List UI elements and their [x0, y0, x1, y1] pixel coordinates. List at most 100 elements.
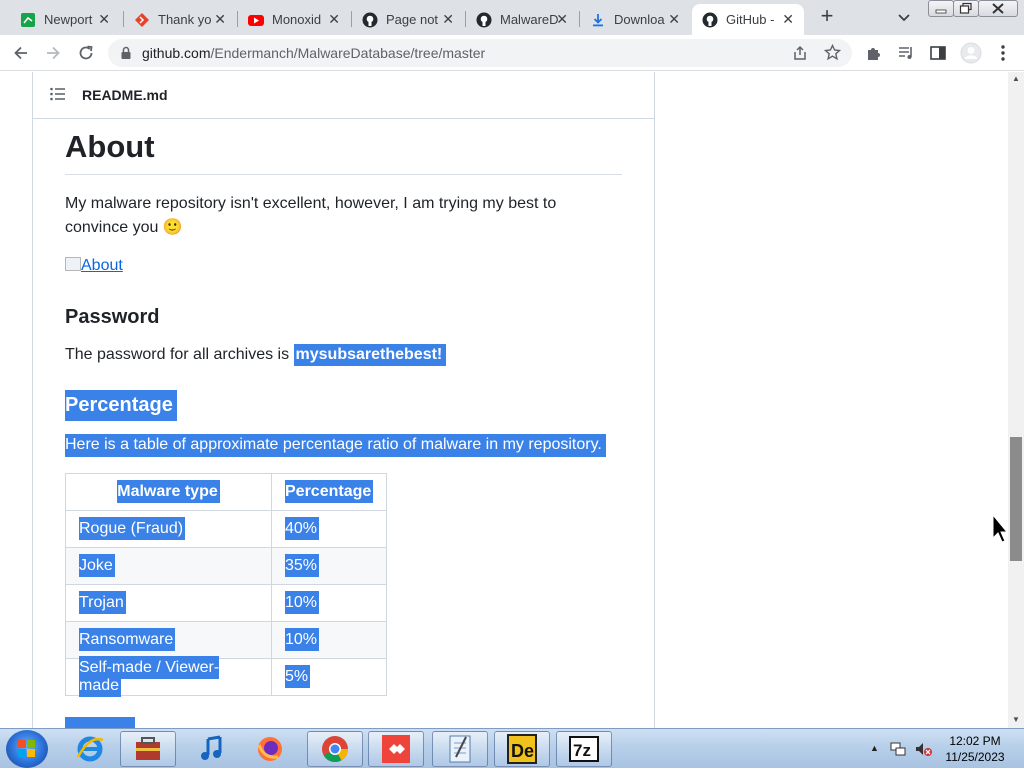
- mouse-cursor-icon: [992, 513, 1009, 549]
- table-cell: 5%: [270, 658, 388, 696]
- tab-close-icon[interactable]: ✕: [328, 12, 340, 26]
- table-row: Joke 35%: [65, 547, 388, 585]
- de-app-icon[interactable]: De: [494, 731, 550, 767]
- firefox-icon[interactable]: [242, 731, 298, 767]
- table-cell: Self-made / Viewer-made: [65, 656, 272, 697]
- github-icon: [476, 12, 492, 28]
- cell-type: Joke: [79, 554, 115, 577]
- cell-percentage: 35%: [285, 554, 320, 577]
- tab-close-icon[interactable]: ✕: [442, 12, 454, 26]
- tab-monoxid[interactable]: Monoxid ✕: [238, 4, 350, 35]
- network-icon[interactable]: [890, 741, 906, 762]
- media-control-icon[interactable]: [897, 44, 915, 62]
- 7zip-icon[interactable]: 7z: [556, 731, 612, 767]
- table-cell: 35%: [270, 547, 388, 585]
- header-percentage: Percentage: [285, 480, 374, 503]
- notepad-icon[interactable]: [432, 731, 488, 767]
- address-bar[interactable]: github.com/Endermanch/MalwareDatabase/tr…: [108, 39, 852, 67]
- red-diamond-icon: [134, 12, 150, 28]
- restore-window-button[interactable]: [953, 0, 979, 17]
- taskbar-clock[interactable]: 12:02 PM 11/25/2023: [940, 733, 1010, 765]
- tab-close-icon[interactable]: ✕: [214, 12, 226, 26]
- reload-icon[interactable]: [77, 44, 95, 62]
- percentage-heading: Percentage: [65, 390, 177, 421]
- scroll-up-arrow-icon[interactable]: ▲: [1012, 74, 1020, 83]
- cell-type: Self-made / Viewer-made: [79, 656, 220, 697]
- table-cell: Rogue (Fraud): [65, 510, 272, 548]
- scrollbar-thumb[interactable]: [1010, 437, 1022, 561]
- cell-type: Ransomware: [79, 628, 176, 651]
- cell-type: Trojan: [79, 591, 126, 614]
- password-value: mysubsarethebest!: [293, 344, 447, 366]
- github-icon: [702, 12, 718, 28]
- show-hidden-icons-arrow-icon[interactable]: ▲: [870, 743, 879, 753]
- cell-percentage: 40%: [285, 517, 320, 540]
- table-cell: Joke: [65, 547, 272, 585]
- page-viewport: README.md About My malware repository is…: [0, 72, 1008, 728]
- tab-malwaredatabase[interactable]: MalwareD ✕: [466, 4, 578, 35]
- bookmark-star-icon[interactable]: [823, 43, 842, 66]
- table-cell: 10%: [270, 621, 388, 659]
- download-icon: [590, 12, 606, 28]
- internet-explorer-icon[interactable]: [62, 731, 118, 767]
- svg-text:7z: 7z: [573, 741, 591, 760]
- tab-search-chevron-icon[interactable]: [897, 10, 911, 28]
- close-window-button[interactable]: [978, 0, 1018, 17]
- table-row: Ransomware 10%: [65, 621, 388, 659]
- toolbox-icon[interactable]: [120, 731, 176, 767]
- url-path: /Endermanch/MalwareDatabase/tree/master: [210, 45, 486, 61]
- tab-close-icon[interactable]: ✕: [98, 12, 110, 26]
- tab-strip: Newport ✕ Thank yo ✕ Monoxid ✕ Page not …: [0, 0, 1024, 35]
- tab-close-icon[interactable]: ✕: [668, 12, 680, 26]
- share-icon[interactable]: [792, 45, 808, 66]
- cell-type: Rogue (Fraud): [79, 517, 186, 540]
- about-image-link[interactable]: About: [65, 257, 123, 275]
- lock-icon[interactable]: [120, 46, 132, 65]
- svg-text:De: De: [511, 741, 534, 761]
- readme-filename[interactable]: README.md: [82, 87, 168, 103]
- table-row: Self-made / Viewer-made 5%: [65, 656, 388, 697]
- about-image-alt: About: [81, 257, 123, 274]
- header-malware-type: Malware type: [117, 480, 220, 503]
- url-text: github.com/Endermanch/MalwareDatabase/tr…: [142, 45, 485, 61]
- profile-avatar-icon[interactable]: [960, 42, 982, 64]
- menu-kebab-icon[interactable]: [994, 44, 1012, 62]
- tab-newport[interactable]: Newport ✕: [10, 4, 120, 35]
- tab-page-not-found[interactable]: Page not ✕: [352, 4, 464, 35]
- github-icon: [362, 12, 378, 28]
- table-row: Trojan 10%: [65, 584, 388, 622]
- table-row: Rogue (Fraud) 40%: [65, 510, 388, 548]
- tab-downloads[interactable]: Downloa ✕: [580, 4, 690, 35]
- about-paragraph: My malware repository isn't excellent, h…: [65, 195, 557, 236]
- about-heading: About: [65, 129, 155, 164]
- back-arrow-icon[interactable]: [12, 44, 30, 62]
- outline-list-icon[interactable]: [50, 87, 66, 106]
- extensions-puzzle-icon[interactable]: [865, 44, 883, 62]
- tab-github-active[interactable]: GitHub - ✕: [692, 4, 804, 35]
- forward-arrow-icon[interactable]: [44, 44, 62, 62]
- tab-thank-you[interactable]: Thank yo ✕: [124, 4, 236, 35]
- password-paragraph: The password for all archives is mysubsa…: [65, 344, 447, 366]
- tab-close-icon[interactable]: ✕: [782, 12, 794, 26]
- anydesk-icon[interactable]: [368, 731, 424, 767]
- side-panel-icon[interactable]: [929, 44, 947, 62]
- url-host: github.com: [142, 45, 211, 61]
- volume-muted-icon[interactable]: [914, 741, 932, 762]
- system-tray: ▲: [866, 741, 936, 757]
- itunes-icon[interactable]: [184, 731, 240, 767]
- heading-divider: [65, 174, 622, 175]
- browser-toolbar: github.com/Endermanch/MalwareDatabase/tr…: [0, 35, 1024, 71]
- clock-time: 12:02 PM: [949, 734, 1001, 748]
- start-button[interactable]: [6, 730, 48, 768]
- scroll-down-arrow-icon[interactable]: ▼: [1012, 715, 1020, 724]
- chrome-icon[interactable]: [307, 731, 363, 767]
- readme-header: README.md: [33, 72, 654, 119]
- new-tab-button[interactable]: +: [817, 5, 837, 28]
- minimize-window-button[interactable]: [928, 0, 954, 17]
- table-cell: 10%: [270, 584, 388, 622]
- table-cell: Ransomware: [65, 621, 272, 659]
- tab-close-icon[interactable]: ✕: [556, 12, 568, 26]
- page-scrollbar[interactable]: ▲ ▼: [1008, 72, 1024, 728]
- youtube-icon: [248, 12, 264, 28]
- table-header-cell: Percentage: [270, 473, 388, 511]
